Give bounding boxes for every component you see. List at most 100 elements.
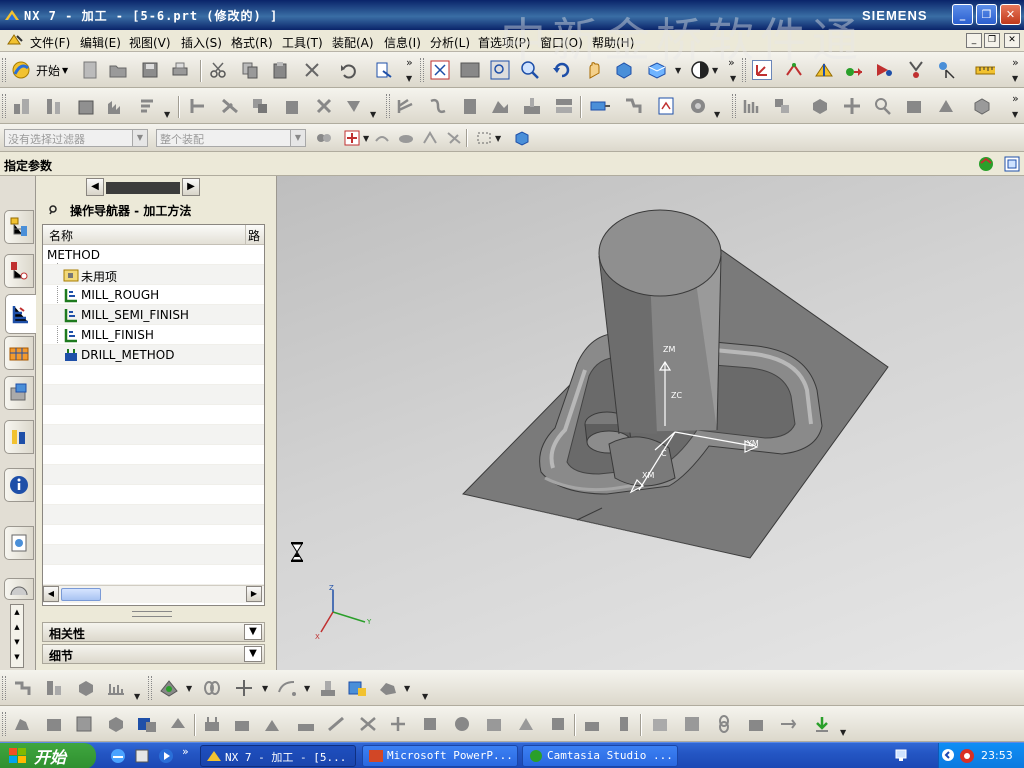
feature-12-icon[interactable]	[358, 714, 378, 734]
chevron-down-icon[interactable]: ▼	[840, 728, 846, 737]
geometry-group-icon[interactable]	[76, 678, 96, 698]
geometry-icon[interactable]	[844, 60, 864, 80]
snap-intersection-icon[interactable]	[444, 128, 464, 148]
machining-features-tab[interactable]	[4, 376, 34, 410]
cutter-icon[interactable]	[906, 60, 926, 80]
toolbar-grip[interactable]	[732, 94, 736, 118]
toolbar-grip[interactable]	[2, 676, 6, 700]
chevron-down-icon[interactable]: ▼	[262, 684, 268, 693]
generate-toolpath-icon[interactable]	[396, 96, 416, 116]
menu-file[interactable]: 文件(F)	[30, 34, 70, 51]
scroll-right-button[interactable]: ▶	[182, 178, 200, 196]
record-icon[interactable]	[959, 748, 975, 767]
toolbar-grip[interactable]	[742, 58, 746, 82]
history-tab[interactable]	[4, 526, 34, 560]
snap-endpoint-icon[interactable]	[372, 128, 392, 148]
render-style-icon[interactable]	[646, 60, 666, 80]
menu-window[interactable]: 窗口(O)	[540, 34, 583, 51]
type-filter-combo[interactable]: 没有选择过滤器 ▼	[4, 129, 148, 147]
constraint-navigator-tab[interactable]	[4, 254, 34, 288]
undo-icon[interactable]	[338, 60, 358, 80]
assembly-navigator-tab[interactable]	[4, 210, 34, 244]
zoom-box-icon[interactable]	[490, 60, 510, 80]
datum-plane-icon[interactable]	[276, 678, 296, 698]
restore-button[interactable]: ❐	[976, 4, 997, 25]
operation-navigator-tab[interactable]	[5, 294, 36, 334]
chevron-down-icon[interactable]: ▼	[422, 692, 428, 701]
chevron-down-icon[interactable]: ▼	[290, 130, 305, 146]
taskbar-item-nx[interactable]: NX 7 - 加工 - [5...	[200, 745, 356, 767]
feature-10-icon[interactable]	[296, 714, 316, 734]
part-navigator-icon[interactable]	[972, 96, 992, 116]
chevron-down-icon[interactable]: ▼	[675, 66, 681, 75]
feature-5-icon[interactable]	[136, 714, 156, 734]
scroll-thumb[interactable]	[61, 588, 101, 601]
feeds-speeds-icon[interactable]	[688, 96, 708, 116]
model-view[interactable]: ZM ZC C XM YM Z Y X	[277, 176, 1024, 670]
new-icon[interactable]	[80, 60, 100, 80]
feature-13-icon[interactable]	[388, 714, 408, 734]
chevron-down-icon[interactable]: ▼	[406, 74, 412, 83]
graphics-window[interactable]: ZM ZC C XM YM Z Y X	[277, 176, 1024, 670]
chevron-down-icon[interactable]: ▼	[1012, 74, 1018, 83]
snap-control-icon[interactable]	[420, 128, 440, 148]
zoom-window-icon[interactable]	[460, 60, 480, 80]
display-part-icon[interactable]	[158, 678, 178, 698]
edit-object-icon[interactable]	[188, 96, 208, 116]
box-solid-icon[interactable]	[346, 678, 366, 698]
dependencies-panel-header[interactable]: 相关性 ▼	[42, 622, 265, 642]
rotate-icon[interactable]	[552, 60, 572, 80]
start-button[interactable]: 开始 ▼	[10, 60, 68, 80]
chevron-down-icon[interactable]: ▼	[304, 684, 310, 693]
select-cursor-icon[interactable]	[936, 60, 956, 80]
verify-toolpath-icon[interactable]	[490, 96, 510, 116]
feature-4-icon[interactable]	[106, 714, 126, 734]
tool-group-icon[interactable]	[44, 678, 64, 698]
copy-icon[interactable]	[240, 60, 260, 80]
method-group-icon[interactable]	[106, 678, 126, 698]
cylinder-top[interactable]	[598, 209, 722, 297]
feature-22-icon[interactable]	[682, 714, 702, 734]
display-object-icon[interactable]	[344, 96, 364, 116]
feature-15-icon[interactable]	[452, 714, 472, 734]
clsf-output-icon[interactable]	[624, 96, 644, 116]
resource-bar-scroll[interactable]: ▲ ▲ ▼ ▼	[10, 604, 24, 668]
feature-1-icon[interactable]	[12, 714, 32, 734]
chevron-down-icon[interactable]: ▼	[712, 66, 718, 75]
menu-format[interactable]: 格式(R)	[231, 34, 273, 51]
menu-information[interactable]: 信息(I)	[384, 34, 421, 51]
shaded-view-icon[interactable]	[614, 60, 634, 80]
feature-9-icon[interactable]	[262, 714, 282, 734]
toolbar-grip[interactable]	[2, 58, 6, 82]
fit-view-icon[interactable]	[430, 60, 450, 80]
feature-6-icon[interactable]	[168, 714, 188, 734]
doc-restore-button[interactable]: ❐	[984, 33, 1000, 48]
media-icon[interactable]	[156, 746, 176, 766]
part-menu-icon[interactable]	[6, 32, 24, 51]
create-tool-icon[interactable]	[44, 96, 64, 116]
start-menu-button[interactable]: 开始	[0, 743, 96, 768]
chevron-down-icon[interactable]: ▼	[1012, 110, 1018, 119]
select-feature-icon[interactable]	[512, 128, 532, 148]
column-header-path[interactable]: 路	[246, 225, 264, 245]
save-icon[interactable]	[140, 60, 160, 80]
postprocess-icon[interactable]	[590, 96, 610, 116]
find-object-icon[interactable]	[872, 96, 892, 116]
network-icon[interactable]	[892, 746, 912, 766]
feature-2-icon[interactable]	[44, 714, 64, 734]
chain-icon[interactable]	[714, 714, 734, 734]
scroll-right-button[interactable]: ▶	[246, 586, 262, 602]
minimize-button[interactable]: _	[952, 4, 973, 25]
web-browser-tab[interactable]	[4, 468, 34, 502]
feature-7-icon[interactable]	[202, 714, 222, 734]
machine-view-icon[interactable]	[772, 96, 792, 116]
create-geometry-icon[interactable]	[76, 96, 96, 116]
stamp-icon[interactable]	[318, 678, 338, 698]
download-icon[interactable]	[812, 714, 832, 734]
copy-object-icon[interactable]	[250, 96, 270, 116]
create-program-icon[interactable]	[12, 96, 32, 116]
tree-row-method-root[interactable]: METHOD	[43, 245, 264, 265]
tab-scroll-thumb[interactable]	[106, 182, 180, 194]
menu-assemblies[interactable]: 装配(A)	[332, 34, 374, 51]
delete-icon[interactable]	[302, 60, 322, 80]
